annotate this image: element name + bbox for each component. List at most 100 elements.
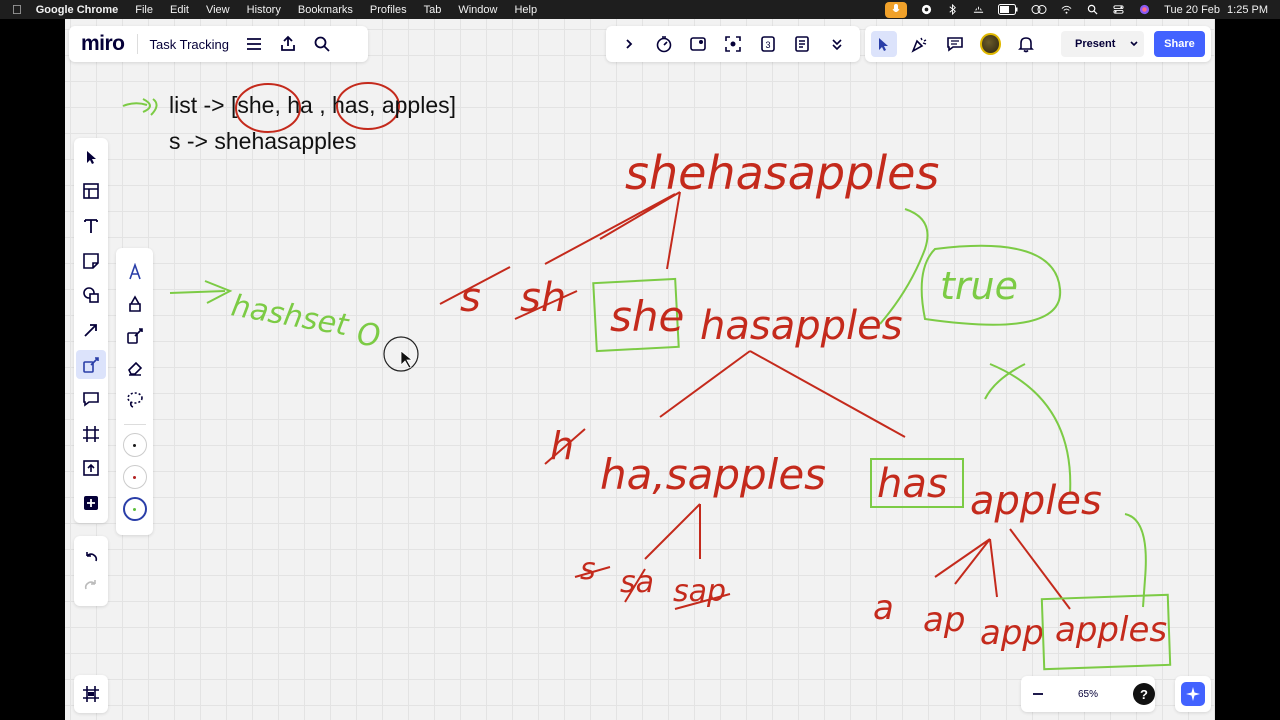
frames-list-icon[interactable] <box>82 685 100 703</box>
pen-color-green[interactable] <box>122 497 147 521</box>
text-tool-icon[interactable] <box>76 211 106 240</box>
search-icon[interactable] <box>313 35 331 53</box>
present-label: Present <box>1075 38 1116 50</box>
word-apples-right: apples <box>970 478 1102 524</box>
export-icon[interactable] <box>279 35 297 53</box>
comment-tool-icon[interactable] <box>76 384 106 413</box>
whiteboard-canvas[interactable]: hashset O shehasapples s sh she hasapple… <box>65 19 1215 720</box>
select-tool-icon[interactable] <box>76 142 106 171</box>
leaf-apples: apples <box>1055 610 1167 650</box>
connector-line-icon[interactable] <box>76 315 106 344</box>
menu-profiles[interactable]: Profiles <box>370 4 407 16</box>
search-icon[interactable] <box>1086 4 1099 15</box>
green-arrow-mark <box>122 98 158 116</box>
svg-text:3: 3 <box>765 40 770 50</box>
microphone-icon[interactable] <box>885 1 908 18</box>
root-word: shehasapples <box>625 146 939 200</box>
sun-icon[interactable] <box>972 4 985 15</box>
notifications-bell-icon[interactable] <box>1013 31 1039 57</box>
templates-icon[interactable] <box>76 177 106 206</box>
bluetooth-icon[interactable] <box>946 4 959 15</box>
record-icon[interactable] <box>920 4 933 15</box>
menu-icon[interactable] <box>245 35 263 53</box>
menu-app-name[interactable]: Google Chrome <box>36 4 119 16</box>
word-she: she <box>610 292 684 341</box>
share-button[interactable]: Share <box>1153 31 1206 57</box>
cursor-filter-icon[interactable] <box>871 31 897 57</box>
menubar-time[interactable]: 1:25 PM <box>1227 4 1268 16</box>
smart-drawing-icon[interactable] <box>121 322 149 350</box>
header-divider <box>136 34 138 54</box>
present-button[interactable]: Present <box>1061 31 1144 57</box>
hashset-note: hashset <box>229 288 352 343</box>
word-hasapples-left: ha,sapples <box>600 450 826 499</box>
control-center-icon[interactable] <box>1112 4 1125 15</box>
left-toolbar <box>74 138 108 523</box>
menu-tab[interactable]: Tab <box>424 4 442 16</box>
comment-icon[interactable] <box>942 31 968 57</box>
menu-file[interactable]: File <box>135 4 153 16</box>
pen-color-black[interactable] <box>122 433 147 457</box>
rest-hasapples: hasapples <box>700 303 903 349</box>
wifi-icon[interactable] <box>1060 4 1073 15</box>
canvas-text-list[interactable]: list -> [she, ha , has, apples] <box>169 92 456 119</box>
menu-help[interactable]: Help <box>514 4 537 16</box>
collaboration-toolbar: 3 <box>606 26 860 62</box>
timer-icon[interactable] <box>651 31 677 57</box>
more-chevron-icon[interactable] <box>824 31 850 57</box>
word-has: has <box>877 461 948 507</box>
undo-icon[interactable] <box>82 548 100 566</box>
pen-options-panel <box>116 248 153 535</box>
frame-tool-icon[interactable] <box>76 419 106 448</box>
color-dot-black <box>133 443 136 447</box>
share-panel: Present Share <box>865 26 1211 62</box>
zoom-out-icon[interactable] <box>1031 687 1045 701</box>
frames-panel <box>74 675 108 713</box>
user-avatar[interactable] <box>979 33 1002 55</box>
menu-edit[interactable]: Edit <box>170 4 189 16</box>
pen-panel-divider <box>123 424 146 425</box>
shapes-icon[interactable] <box>76 281 106 310</box>
screen-share-icon[interactable] <box>720 31 746 57</box>
color-dot-red <box>133 475 136 479</box>
more-apps-icon[interactable] <box>76 488 106 517</box>
menu-history[interactable]: History <box>247 4 281 16</box>
highlighter-icon[interactable] <box>121 290 149 318</box>
siri-icon[interactable] <box>1138 4 1151 15</box>
board-name[interactable]: Task Tracking <box>150 37 229 52</box>
menu-window[interactable]: Window <box>458 4 497 16</box>
video-call-icon[interactable] <box>685 31 711 57</box>
canvas-text-string[interactable]: s -> shehasapples <box>169 128 356 155</box>
expand-chevron-icon[interactable] <box>616 31 642 57</box>
menubar-date[interactable]: Tue 20 Feb <box>1164 4 1220 16</box>
eraser-icon[interactable] <box>121 354 149 382</box>
menu-view[interactable]: View <box>206 4 230 16</box>
os-menu-bar:  Google Chrome File Edit View History B… <box>0 0 1280 19</box>
color-dot-green <box>133 507 136 511</box>
pen-icon[interactable] <box>121 258 149 286</box>
upload-icon[interactable] <box>76 454 106 483</box>
redo-icon[interactable] <box>82 576 100 594</box>
celebrate-icon[interactable] <box>907 31 933 57</box>
miro-logo[interactable]: miro <box>81 32 125 56</box>
board-header-panel: miro Task Tracking <box>69 26 368 62</box>
battery-icon[interactable] <box>998 4 1018 15</box>
ai-sparkle-icon[interactable] <box>1181 682 1205 706</box>
assistant-panel <box>1175 676 1211 712</box>
voting-icon[interactable]: 3 <box>755 31 781 57</box>
leaf-sap: sap <box>673 574 726 609</box>
crossed-h: h <box>550 424 574 468</box>
leaf-ap: ap <box>923 600 965 640</box>
pen-color-red[interactable] <box>122 465 147 489</box>
crossed-s: s <box>460 275 481 321</box>
screen-mirror-icon[interactable] <box>1031 4 1047 15</box>
apple-menu-icon[interactable]:  <box>12 2 22 17</box>
help-icon[interactable]: ? <box>1133 683 1155 705</box>
sticky-note-icon[interactable] <box>76 246 106 275</box>
zoom-level[interactable]: 65% <box>1078 689 1098 700</box>
present-dropdown-chevron-icon[interactable] <box>1129 39 1139 49</box>
pen-tool-icon[interactable] <box>76 349 106 380</box>
lasso-icon[interactable] <box>121 386 149 414</box>
menu-bookmarks[interactable]: Bookmarks <box>298 4 353 16</box>
notes-icon[interactable] <box>789 31 815 57</box>
